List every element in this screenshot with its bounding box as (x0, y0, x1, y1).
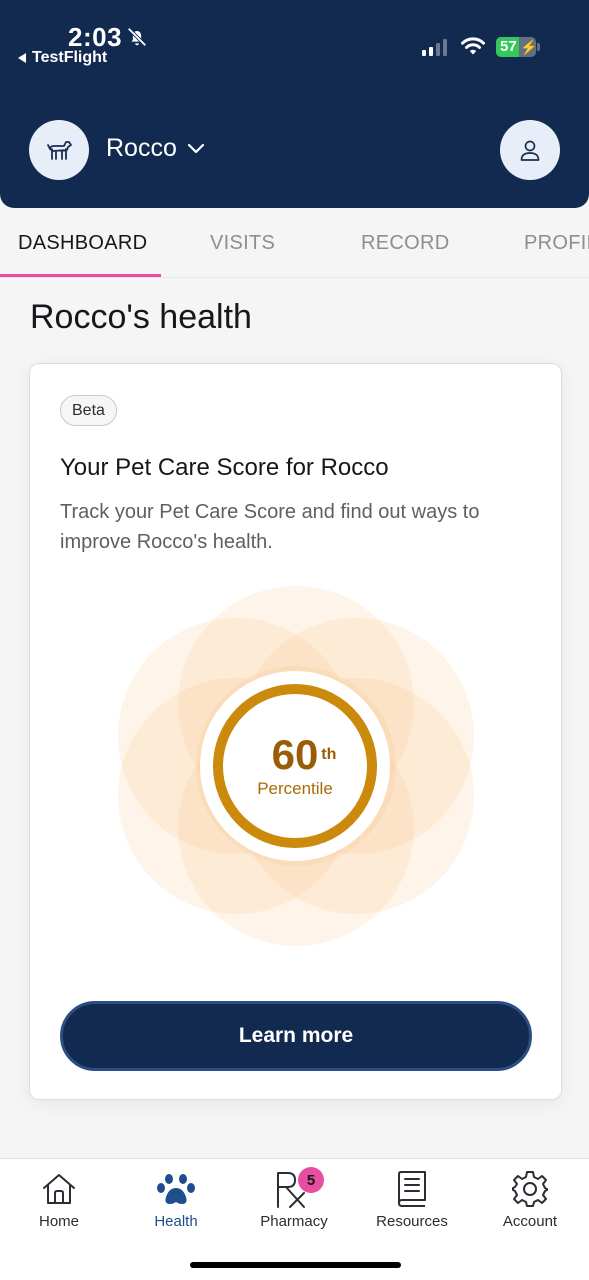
score-ring: 60th Percentile (213, 684, 377, 848)
book-icon (392, 1169, 432, 1209)
score-value: 60th (271, 731, 337, 778)
nav-pharmacy-label: Pharmacy (260, 1213, 328, 1230)
gear-icon (510, 1169, 550, 1209)
nav-pharmacy[interactable]: 5 Pharmacy (239, 1167, 349, 1230)
pet-selector[interactable]: Rocco (106, 134, 205, 163)
nav-health[interactable]: Health (121, 1169, 231, 1230)
tab-bar: DASHBOARD VISITS RECORD PROFIL (0, 208, 589, 278)
nav-home[interactable]: Home (4, 1169, 114, 1230)
user-icon (520, 140, 540, 161)
tab-dashboard[interactable]: DASHBOARD (18, 232, 147, 255)
tab-visits[interactable]: VISITS (210, 232, 275, 255)
home-icon (39, 1169, 79, 1209)
beta-badge: Beta (60, 395, 117, 426)
tab-record[interactable]: RECORD (361, 232, 449, 255)
pet-care-score-card: Beta Your Pet Care Score for Rocco Track… (29, 363, 562, 1100)
nav-resources-label: Resources (376, 1213, 448, 1230)
bell-off-icon (127, 27, 147, 47)
score-number: 60 (271, 731, 319, 778)
card-description: Track your Pet Care Score and find out w… (60, 501, 480, 553)
battery-percent: 57 (500, 38, 517, 55)
score-display: 60th Percentile (200, 671, 390, 861)
chevron-down-icon (187, 143, 204, 153)
nav-health-label: Health (154, 1213, 198, 1230)
home-indicator[interactable] (190, 1262, 401, 1268)
pharmacy-badge: 5 (298, 1167, 324, 1193)
divider (0, 277, 589, 278)
charging-bolt-icon: ⚡ (520, 39, 538, 55)
tab-profile[interactable]: PROFIL (524, 232, 589, 255)
cellular-signal-icon (422, 38, 447, 56)
back-to-app-link[interactable]: TestFlight (18, 49, 107, 67)
dog-icon (47, 141, 72, 160)
score-suffix: th (321, 746, 337, 763)
back-app-label: TestFlight (32, 49, 108, 66)
paw-icon (156, 1169, 196, 1209)
wifi-icon (461, 37, 485, 55)
nav-home-label: Home (38, 1213, 79, 1230)
pet-name: Rocco (106, 134, 177, 162)
learn-more-button[interactable]: Learn more (60, 1001, 532, 1071)
pet-avatar[interactable] (29, 120, 89, 180)
app-screen: 2:03 TestFlight 57 ⚡ Rocco DASHBOARD VIS… (0, 0, 589, 1280)
battery-cap (537, 43, 540, 51)
back-arrow-icon (18, 53, 26, 63)
rx-icon: 5 (274, 1167, 324, 1209)
page-title: Rocco's health (30, 298, 252, 336)
nav-account[interactable]: Account (475, 1169, 585, 1230)
app-header: 2:03 TestFlight 57 ⚡ Rocco (0, 0, 589, 208)
nav-resources[interactable]: Resources (357, 1169, 467, 1230)
nav-account-label: Account (502, 1213, 558, 1230)
card-title: Your Pet Care Score for Rocco (60, 454, 389, 481)
battery-icon: 57 ⚡ (496, 37, 538, 57)
score-label: Percentile (257, 779, 333, 798)
user-profile-button[interactable] (500, 120, 560, 180)
